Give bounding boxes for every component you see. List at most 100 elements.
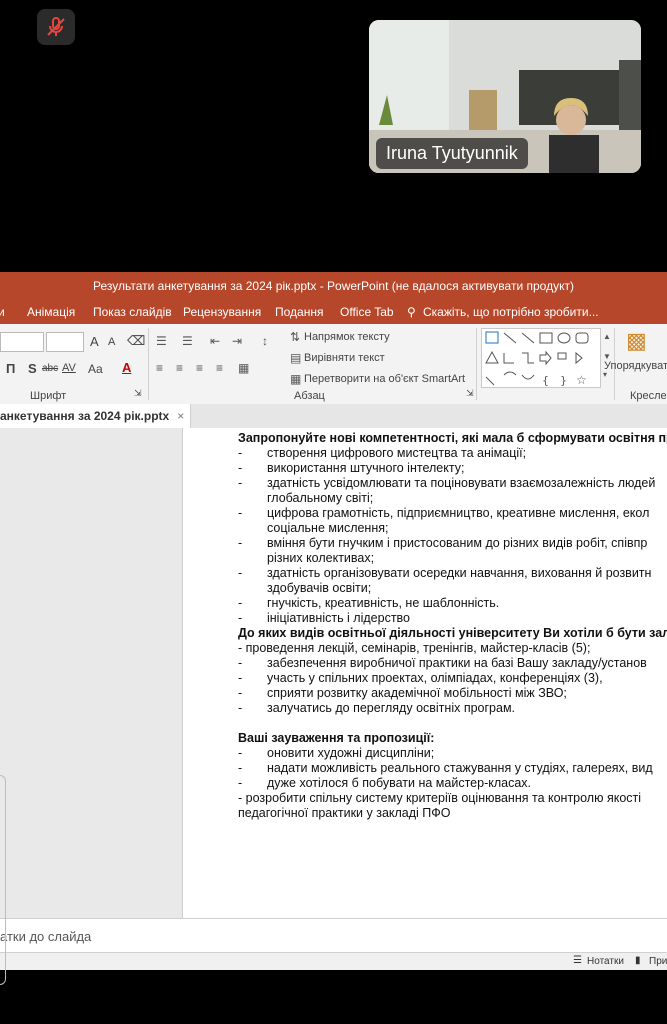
svg-text:☆: ☆ [576,373,587,387]
participant-name-label: Iruna Tyutyunnik [376,138,528,169]
slide-text-line: - проведення лекцій, семінарів, тренінгі… [238,641,591,655]
slide-text-line: дуже хотілося б побувати на майстер-клас… [267,776,532,790]
window-title: Результати анкетування за 2024 рік.pptx … [93,279,574,293]
slide-text-line: здатність організовувати осередки навчан… [267,566,652,580]
bullet-dash: - [238,671,243,685]
close-tab-icon[interactable]: × [177,409,184,423]
arrange-button[interactable]: Упорядкувати [604,360,667,372]
slide-canvas[interactable]: Запропонуйте нові компетентності, які ма… [183,428,667,918]
ribbon-divider [148,328,149,400]
slide-text-line: залучатись до перегляду освітніх програм… [267,701,516,715]
arrange-icon[interactable]: ▩ [626,328,647,354]
paragraph-dialog-launcher-icon[interactable]: ⇲ [466,388,474,399]
bullet-dash: - [238,476,243,490]
group-paragraph-label: Абзац [294,390,325,402]
tab-slideshow[interactable]: Показ слайдів [93,305,172,319]
align-left-icon[interactable]: ≡ [156,361,163,375]
slide-text-line: здобувачів освіти; [267,581,372,595]
bullets-icon[interactable]: ☰ [156,334,167,348]
bullet-dash: - [238,536,243,550]
gallery-scroll-up-icon[interactable]: ▲ [603,332,611,341]
slide-text-line: забезпечення виробничої практики на базі… [267,656,647,670]
bullet-dash: - [238,746,243,760]
font-shrink-button[interactable]: A [108,336,115,348]
font-size-input[interactable] [46,332,84,352]
slide-text-line: використання штучного інтелекту; [267,461,465,475]
font-color-button[interactable]: A [122,360,131,375]
slide-text-line: цифрова грамотність, підприємництво, кре… [267,506,650,520]
decrease-indent-icon[interactable]: ⇤ [210,334,220,348]
font-grow-button[interactable]: A [90,334,99,349]
bullet-dash: - [238,446,243,460]
align-text-button[interactable]: Вирівняти текст [304,352,385,364]
slide-heading: До яких видів освітньої діяльності уніве… [238,626,667,640]
status-bar: ☰ Нотатки ▮ При [0,952,667,970]
shapes-gallery[interactable]: { } ☆ [481,328,601,388]
slide-text-line: - розробити спільну систему критеріїв оц… [238,791,642,805]
document-tab[interactable]: анкетування за 2024 рік.pptx × [0,404,192,428]
group-font-label: Шрифт [30,390,67,402]
powerpoint-window: Результати анкетування за 2024 рік.pptx … [0,272,667,970]
font-dialog-launcher-icon[interactable]: ⇲ [134,388,142,399]
convert-smartart-button[interactable]: Перетворити на об'єкт SmartArt [304,373,465,385]
side-overlay-panel [0,775,6,985]
bullet-dash: - [238,776,243,790]
tab-animation[interactable]: Анімація [27,305,75,319]
bullet-dash: - [238,461,243,475]
mute-button[interactable] [37,9,75,45]
mic-muted-icon [47,17,65,36]
svg-text:{: { [542,374,549,387]
justify-icon[interactable]: ≡ [216,361,223,375]
underline-button[interactable]: П [6,361,15,376]
smartart-icon: ▦ [290,372,302,386]
shadow-button[interactable]: S [28,361,37,376]
text-direction-icon: ⇅ [290,330,301,344]
slide-text-line: гнучкість, креативність, не шаблонність. [267,596,500,610]
comments-icon: ▮ [635,955,641,966]
comments-toggle-button[interactable]: При [649,956,667,967]
tab-office-tab[interactable]: Office Tab [340,305,394,319]
slide-text-line: різних колективах; [267,551,375,565]
slide-thumbnails-pane[interactable] [0,428,183,918]
tab-view[interactable]: Подання [275,305,323,319]
font-name-input[interactable] [0,332,44,352]
notes-icon: ☰ [573,955,582,966]
slide-text-line: вміння бути гнучким і пристосованим до р… [267,536,648,550]
change-case-button[interactable]: Aa [88,362,103,376]
bullet-dash: - [238,761,243,775]
tab-review[interactable]: Рецензування [183,305,261,319]
window-titlebar: Результати анкетування за 2024 рік.pptx … [0,272,667,300]
tell-me-search[interactable]: Скажіть, що потрібно зробити... [423,305,599,319]
ribbon-menu-tabs: и Анімація Показ слайдів Рецензування По… [0,300,667,324]
bullet-dash: - [238,656,243,670]
tab-design[interactable]: и [0,305,5,319]
slide-text-line: участь у спільних проектах, олімпіадах, … [267,671,603,685]
bullet-dash: - [238,611,243,625]
shapes-gallery-icons: { } ☆ [485,331,589,387]
align-right-icon[interactable]: ≡ [196,361,203,375]
text-direction-button[interactable]: Напрямок тексту [304,331,390,343]
slide-text-line: ініціативність і лідерство [267,611,411,625]
line-spacing-icon[interactable]: ↕ [262,334,268,348]
slide-text-line: здатність усвідомлювати та поціновувати … [267,476,656,490]
increase-indent-icon[interactable]: ⇥ [232,334,242,348]
bullet-dash: - [238,506,243,520]
ribbon-divider [476,328,477,400]
notes-toggle-button[interactable]: Нотатки [587,956,624,967]
strikethrough-button[interactable]: abc [42,363,58,374]
numbering-icon[interactable]: ☰ [182,334,193,348]
svg-text:}: } [560,374,567,387]
slide-text-line: глобальному світі; [267,491,374,505]
lightbulb-icon: ⚲ [407,305,416,319]
slide-text-line: оновити художні дисципліни; [267,746,435,760]
columns-icon[interactable]: ▦ [238,361,249,375]
slide-text-line: надати можливість реального стажування у… [267,761,653,775]
bullet-dash: - [238,701,243,715]
char-spacing-button[interactable]: AV [62,362,76,374]
clear-format-icon[interactable]: ⌫ [127,333,145,349]
align-center-icon[interactable]: ≡ [176,361,183,375]
ribbon: A A ⌫ П S abc AV Aa A Шрифт ⇲ ☰ ☰ ⇤ ⇥ ↕ … [0,324,667,405]
bullet-dash: - [238,596,243,610]
bullet-dash: - [238,566,243,580]
notes-pane[interactable]: атки до слайда [0,918,667,953]
